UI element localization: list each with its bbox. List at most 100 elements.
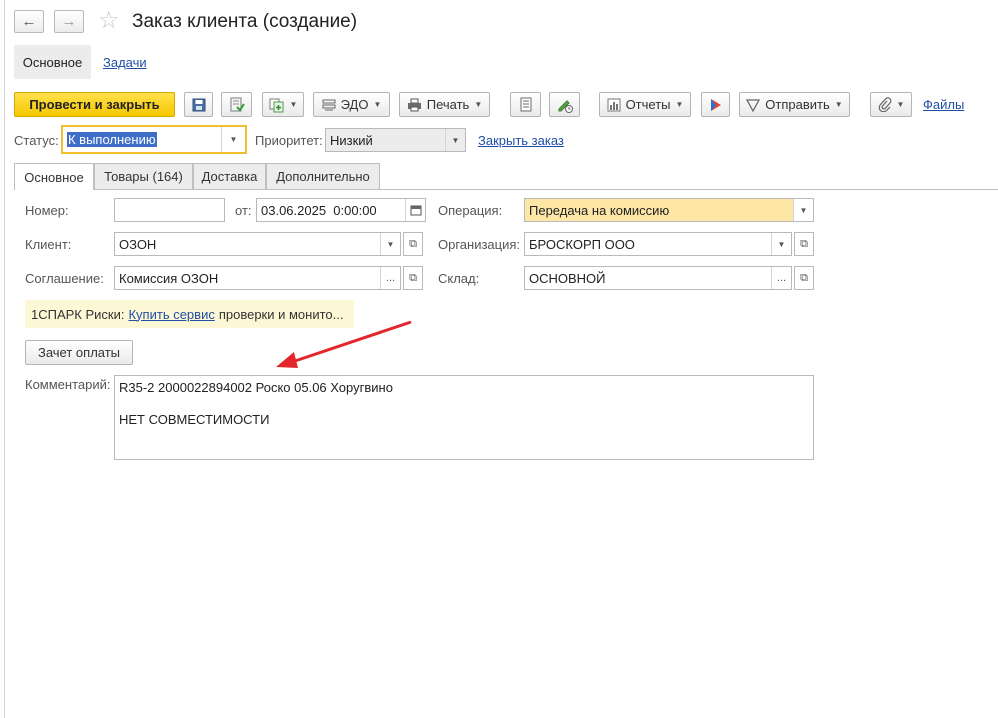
warehouse-select[interactable]: ОСНОВНОЙ ... xyxy=(524,266,792,290)
post-and-close-button[interactable]: Провести и закрыть xyxy=(14,92,175,117)
client-select[interactable]: ОЗОН ▼ xyxy=(114,232,401,256)
chevron-down-icon: ▼ xyxy=(373,100,382,109)
send-icon xyxy=(746,98,761,112)
organization-value: БРОСКОРП ООО xyxy=(529,236,635,252)
status-value: К выполнению xyxy=(67,132,157,147)
payment-offset-label: Зачет оплаты xyxy=(37,345,121,360)
forward-button[interactable]: → xyxy=(54,10,84,33)
number-input[interactable] xyxy=(114,198,225,222)
open-organization-button[interactable]: ⧉ xyxy=(794,232,814,256)
printer-icon xyxy=(407,98,421,111)
window-left-border xyxy=(4,0,5,718)
post-button[interactable] xyxy=(221,92,252,117)
tab-delivery[interactable]: Доставка xyxy=(193,163,266,189)
client-label: Клиент: xyxy=(25,237,72,252)
print-label: Печать xyxy=(426,97,470,112)
save-button[interactable] xyxy=(184,92,213,117)
back-button[interactable]: ← xyxy=(14,10,44,33)
files-link[interactable]: Файлы xyxy=(923,97,964,112)
comment-label: Комментарий: xyxy=(25,377,111,392)
create-based-on-button[interactable]: ▼ xyxy=(262,92,304,117)
tab-additional[interactable]: Дополнительно xyxy=(266,163,380,189)
date-input[interactable]: 03.06.2025 0:00:00 xyxy=(256,198,426,222)
paperclip-icon xyxy=(878,97,891,112)
chevron-down-icon: ▼ xyxy=(675,100,684,109)
post-and-close-label: Провести и закрыть xyxy=(29,97,160,112)
chevron-down-icon: ▼ xyxy=(289,100,298,109)
close-order-link[interactable]: Закрыть заказ xyxy=(478,133,564,148)
chevron-down-icon[interactable]: ▼ xyxy=(771,233,791,255)
edo-button[interactable]: ЭДО ▼ xyxy=(313,92,390,117)
open-window-icon: ⧉ xyxy=(409,237,417,250)
open-client-button[interactable]: ⧉ xyxy=(403,232,423,256)
agreement-label: Соглашение: xyxy=(25,271,104,286)
organization-select[interactable]: БРОСКОРП ООО ▼ xyxy=(524,232,792,256)
status-label: Статус: xyxy=(14,133,59,148)
spark-prefix: 1СПАРК Риски: xyxy=(31,306,125,322)
document-structure-button[interactable] xyxy=(510,92,541,117)
arrow-right-icon: → xyxy=(61,13,77,30)
status-select[interactable]: К выполнению ▼ xyxy=(61,125,247,154)
pencil-clock-icon xyxy=(558,99,573,113)
chevron-down-icon: ▼ xyxy=(896,100,905,109)
chevron-down-icon[interactable]: ▼ xyxy=(793,199,813,221)
annotation-arrow-icon xyxy=(276,320,412,368)
tab-main[interactable]: Основное xyxy=(14,163,94,190)
page-title: Заказ клиента (создание) xyxy=(132,11,358,32)
date-value: 03.06.2025 0:00:00 xyxy=(261,202,377,218)
number-label: Номер: xyxy=(25,203,69,218)
send-button[interactable]: Отправить ▼ xyxy=(739,92,850,117)
favorite-star-icon[interactable]: ☆ xyxy=(98,8,120,34)
reports-label: Отчеты xyxy=(625,97,671,112)
ellipsis-icon[interactable]: ... xyxy=(771,267,791,289)
operation-value: Передача на комиссию xyxy=(529,202,670,218)
chevron-down-icon: ▼ xyxy=(834,100,843,109)
comment-textarea[interactable]: R35-2 2000022894002 Роско 05.06 Хоругвин… xyxy=(114,375,814,460)
comment-line-1: R35-2 2000022894002 Роско 05.06 Хоругвин… xyxy=(119,380,393,395)
comment-line-2: НЕТ СОВМЕСТИМОСТИ xyxy=(119,412,270,427)
edit-history-button[interactable] xyxy=(549,92,580,117)
save-icon xyxy=(192,98,205,111)
client-value: ОЗОН xyxy=(119,236,157,252)
create-based-on-icon xyxy=(269,98,284,112)
open-agreement-button[interactable]: ⧉ xyxy=(403,266,423,290)
print-button[interactable]: Печать ▼ xyxy=(399,92,490,117)
priority-select[interactable]: Низкий ▼ xyxy=(325,128,466,152)
payment-offset-button[interactable]: Зачет оплаты xyxy=(25,340,133,365)
dialog-play-icon xyxy=(710,98,721,111)
chevron-down-icon[interactable]: ▼ xyxy=(380,233,400,255)
chevron-down-icon[interactable]: ▼ xyxy=(221,127,245,152)
chevron-down-icon: ▼ xyxy=(474,100,483,109)
priority-value: Низкий xyxy=(330,132,373,148)
priority-label: Приоритет: xyxy=(255,133,323,148)
operation-label: Операция: xyxy=(438,203,503,218)
spark-buy-link[interactable]: Купить сервис xyxy=(128,307,214,322)
section-tasks-link[interactable]: Задачи xyxy=(103,55,147,70)
list-document-icon xyxy=(520,97,531,112)
dialog-button[interactable] xyxy=(701,92,730,117)
reports-icon xyxy=(607,98,621,111)
agreement-value: Комиссия ОЗОН xyxy=(119,270,219,286)
arrow-left-icon: ← xyxy=(21,13,37,30)
date-from-label: от: xyxy=(235,203,252,218)
calendar-icon[interactable] xyxy=(405,199,425,221)
operation-select[interactable]: Передача на комиссию ▼ xyxy=(524,198,814,222)
tab-goods[interactable]: Товары (164) xyxy=(94,163,193,189)
ellipsis-icon[interactable]: ... xyxy=(380,267,400,289)
edo-icon xyxy=(322,99,336,110)
organization-label: Организация: xyxy=(438,237,521,252)
post-document-icon xyxy=(230,97,245,112)
edo-label: ЭДО xyxy=(340,97,369,112)
warehouse-value: ОСНОВНОЙ xyxy=(529,270,606,286)
open-window-icon: ⧉ xyxy=(800,271,808,284)
warehouse-label: Склад: xyxy=(438,271,480,286)
send-label: Отправить xyxy=(765,97,830,112)
agreement-select[interactable]: Комиссия ОЗОН ... xyxy=(114,266,401,290)
open-window-icon: ⧉ xyxy=(409,271,417,284)
open-window-icon: ⧉ xyxy=(800,237,808,250)
reports-button[interactable]: Отчеты ▼ xyxy=(599,92,691,117)
open-warehouse-button[interactable]: ⧉ xyxy=(794,266,814,290)
section-main[interactable]: Основное xyxy=(14,45,91,79)
chevron-down-icon[interactable]: ▼ xyxy=(445,129,465,151)
attachment-button[interactable]: ▼ xyxy=(870,92,912,117)
